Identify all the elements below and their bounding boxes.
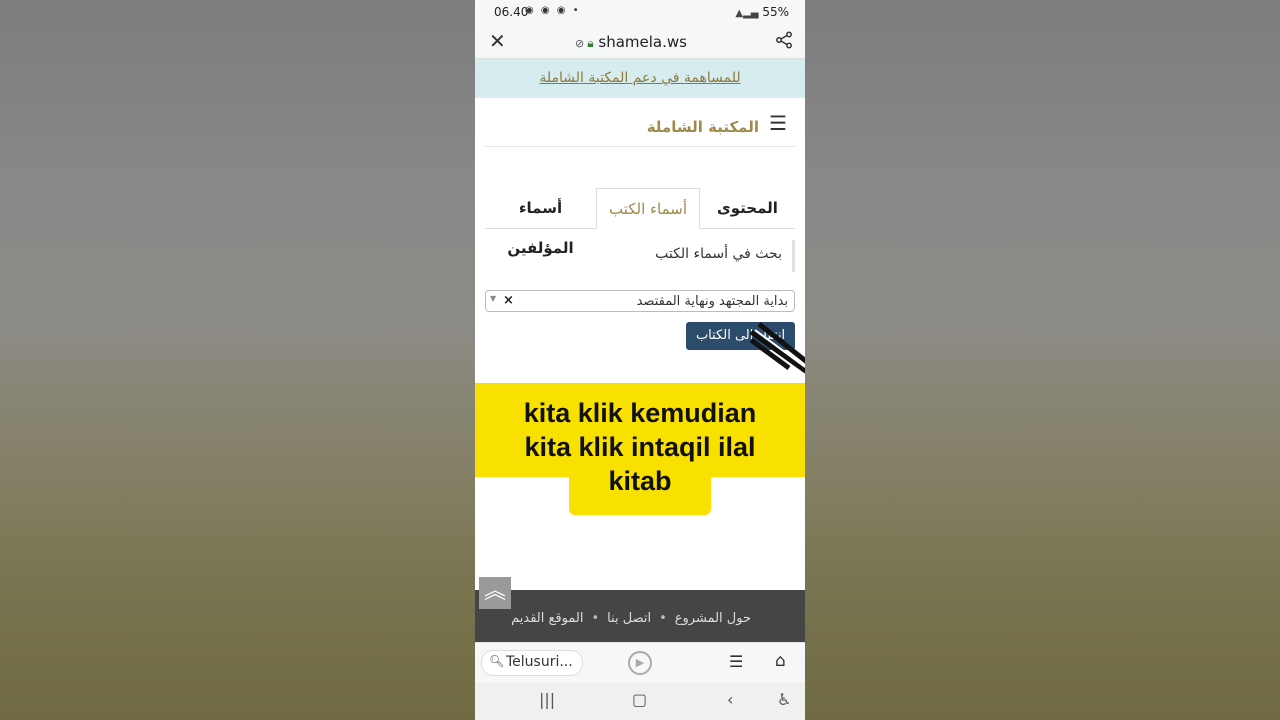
search-label-box: بحث في أسماء الكتب [485, 240, 795, 272]
android-nav-bar: ||| ▢ ‹ ♿︎ [475, 682, 805, 720]
phone-screen: 06.40 ◉ ◉ ◉ • ▲▂▄ 55% ✕ ⊘ 🔒︎ shamela.ws ل… [475, 0, 805, 720]
footer-about-link[interactable]: حول المشروع [675, 611, 751, 626]
home-button-icon[interactable]: ▢ [632, 690, 647, 709]
footer-separator: • [659, 611, 667, 626]
pointer-cursor-icon [749, 322, 805, 374]
donate-link[interactable]: للمساهمة في دعم المكتبة الشاملة [539, 70, 740, 86]
search-tabs: المحتوى أسماء الكتب أسماء المؤلفين [485, 188, 795, 257]
notification-icons: ◉ ◉ ◉ • [525, 5, 581, 16]
browser-bottom-bar: 🔍︎ Telusuri... ▶ ☰ ⌂ [475, 642, 805, 683]
search-icon: 🔍︎ [489, 654, 505, 668]
bottom-search-field[interactable]: 🔍︎ Telusuri... [481, 650, 583, 676]
tracker-off-icon: ⊘ [575, 37, 585, 50]
domain-text: shamela.ws [598, 33, 687, 51]
home-icon[interactable]: ⌂ [775, 651, 786, 671]
tab-content[interactable]: المحتوى [700, 188, 795, 228]
site-footer: حول المشروع • اتصل بنا • الموقع القديم [475, 590, 805, 642]
lock-icon: 🔒︎ [587, 36, 594, 50]
wifi-icon: ▲▂▄ [735, 8, 759, 19]
play-icon[interactable]: ▶ [628, 651, 652, 675]
dropdown-arrow-icon[interactable]: ▼ [490, 294, 496, 303]
bottom-search-text: Telusuri... [506, 654, 573, 670]
tab-book-names[interactable]: أسماء الكتب [596, 188, 700, 229]
search-label: بحث في أسماء الكتب [655, 246, 782, 262]
footer-contact-link[interactable]: اتصل بنا [607, 611, 651, 626]
list-icon[interactable]: ☰ [729, 652, 743, 671]
footer-old-site-link[interactable]: الموقع القديم [511, 611, 583, 626]
book-select[interactable]: بداية المجتهد ونهاية المقتصد × ▼ [485, 290, 795, 312]
battery-level: 55% [762, 5, 789, 19]
caption-line-3: kitab [608, 466, 672, 496]
accessibility-icon[interactable]: ♿︎ [777, 690, 791, 709]
recent-apps-icon[interactable]: ||| [539, 690, 555, 709]
clear-selection-icon[interactable]: × [503, 293, 514, 308]
tab-author-names[interactable]: أسماء المؤلفين [485, 188, 596, 257]
caption-line-1: kita klik kemudian [523, 398, 757, 428]
caption-line-2: kita klik intaqil ilal [524, 432, 756, 462]
hamburger-menu-icon[interactable]: ☰ [769, 113, 787, 133]
selected-book: بداية المجتهد ونهاية المقتصد [636, 294, 788, 309]
back-icon[interactable]: ‹ [727, 690, 733, 709]
close-icon[interactable]: ✕ [489, 29, 506, 53]
video-caption: kita klik kemudian kita klik intaqil ila… [475, 396, 805, 498]
site-title[interactable]: المكتبة الشاملة [647, 118, 759, 136]
status-time: 06.40 [494, 5, 529, 19]
footer-separator: • [591, 611, 600, 626]
footer-links: حول المشروع • اتصل بنا • الموقع القديم [511, 611, 751, 626]
share-icon[interactable] [775, 31, 793, 53]
status-bar: 06.40 ◉ ◉ ◉ • ▲▂▄ 55% [475, 0, 805, 26]
site-header: ☰ المكتبة الشاملة [485, 98, 795, 147]
status-right: ▲▂▄ 55% [735, 5, 789, 19]
address-field[interactable]: ⊘ 🔒︎ shamela.ws [575, 33, 687, 51]
donation-banner: للمساهمة في دعم المكتبة الشاملة [475, 59, 805, 98]
url-bar: ✕ ⊘ 🔒︎ shamela.ws [475, 26, 805, 59]
scroll-to-top-icon[interactable]: ︽ [479, 577, 511, 609]
